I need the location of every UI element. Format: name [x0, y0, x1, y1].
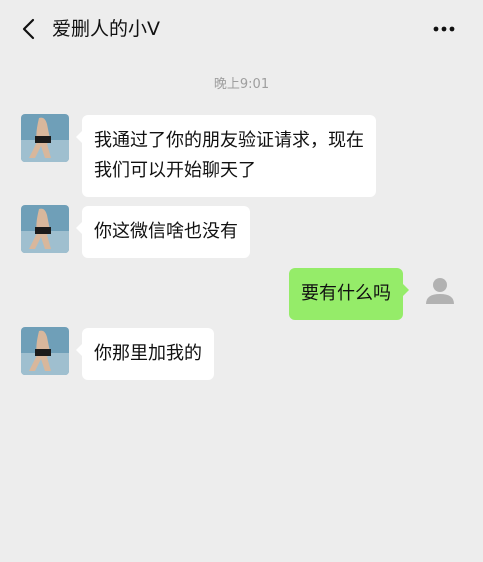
contact-avatar[interactable] — [21, 205, 69, 253]
message-text: 要有什么吗 — [301, 283, 391, 304]
contact-avatar[interactable] — [21, 114, 69, 162]
message-bubble[interactable]: 我通过了你的朋友验证请求，现在 我们可以开始聊天了 — [76, 115, 376, 197]
default-user-icon — [426, 278, 454, 304]
message-bubble[interactable]: 你那里加我的 — [76, 328, 214, 380]
more-horizontal-icon[interactable] — [431, 16, 457, 42]
message-timestamp: 晚上9:01 — [213, 77, 270, 92]
message-text-line: 我通过了你的朋友验证请求，现在 — [94, 130, 364, 151]
chat-title: 爱删人的小V — [52, 18, 160, 40]
chat-header: 爱删人的小V — [0, 0, 483, 58]
contact-avatar[interactable] — [21, 327, 69, 375]
message-bubble[interactable]: 你这微信啥也没有 — [76, 206, 250, 258]
message-text: 你那里加我的 — [94, 343, 202, 364]
message-bubble-self[interactable]: 要有什么吗 — [289, 268, 409, 320]
message-text-line: 我们可以开始聊天了 — [94, 160, 256, 181]
contact-avatar-photo — [21, 205, 69, 253]
contact-avatar-photo — [21, 114, 69, 162]
message-text: 你这微信啥也没有 — [94, 221, 238, 242]
chevron-left-icon[interactable] — [18, 17, 42, 41]
self-avatar[interactable] — [416, 267, 464, 315]
contact-avatar-photo — [21, 327, 69, 375]
